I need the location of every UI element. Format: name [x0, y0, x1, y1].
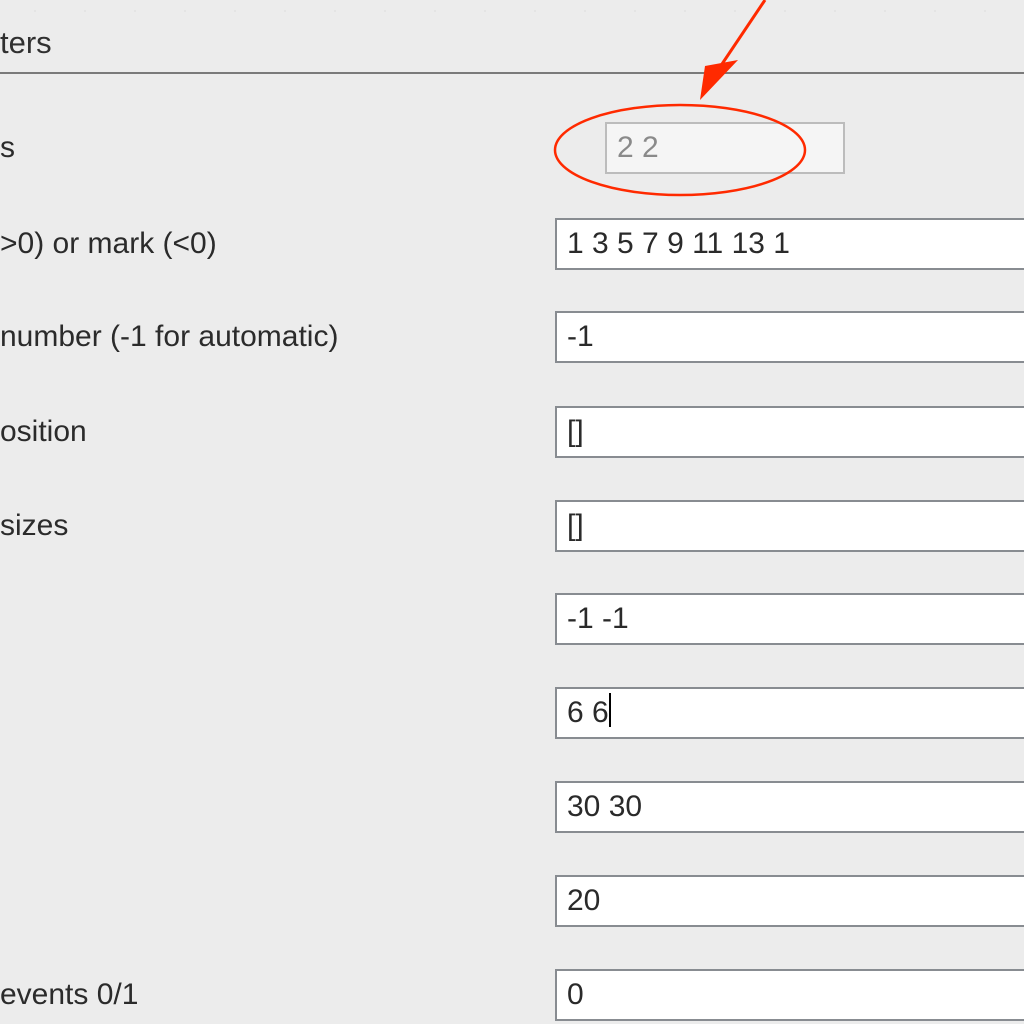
param-input-6[interactable]: 6 6 — [555, 687, 1024, 739]
param-input-0 — [605, 122, 845, 174]
param-input-9[interactable] — [555, 969, 1024, 1021]
param-label-9: events 0/1 — [0, 978, 138, 1012]
section-heading: ters — [0, 25, 52, 61]
param-label-4: sizes — [0, 509, 68, 543]
param-input-4[interactable] — [555, 500, 1024, 552]
param-label-1: >0) or mark (<0) — [0, 227, 217, 261]
param-input-8[interactable] — [555, 875, 1024, 927]
param-input-3[interactable] — [555, 406, 1024, 458]
param-input-5[interactable] — [555, 593, 1024, 645]
param-input-6-text: 6 6 — [567, 696, 609, 729]
window-top-edge — [0, 0, 1024, 18]
param-input-7[interactable] — [555, 781, 1024, 833]
text-caret — [609, 693, 611, 727]
annotation-arrow-head — [700, 60, 738, 100]
param-label-2: number (-1 for automatic) — [0, 320, 338, 354]
annotation-arrow-line — [718, 0, 765, 70]
param-label-3: osition — [0, 415, 87, 449]
section-divider — [0, 72, 1024, 74]
param-input-1[interactable] — [555, 218, 1024, 270]
param-input-2[interactable] — [555, 311, 1024, 363]
param-label-0: s — [0, 131, 15, 165]
